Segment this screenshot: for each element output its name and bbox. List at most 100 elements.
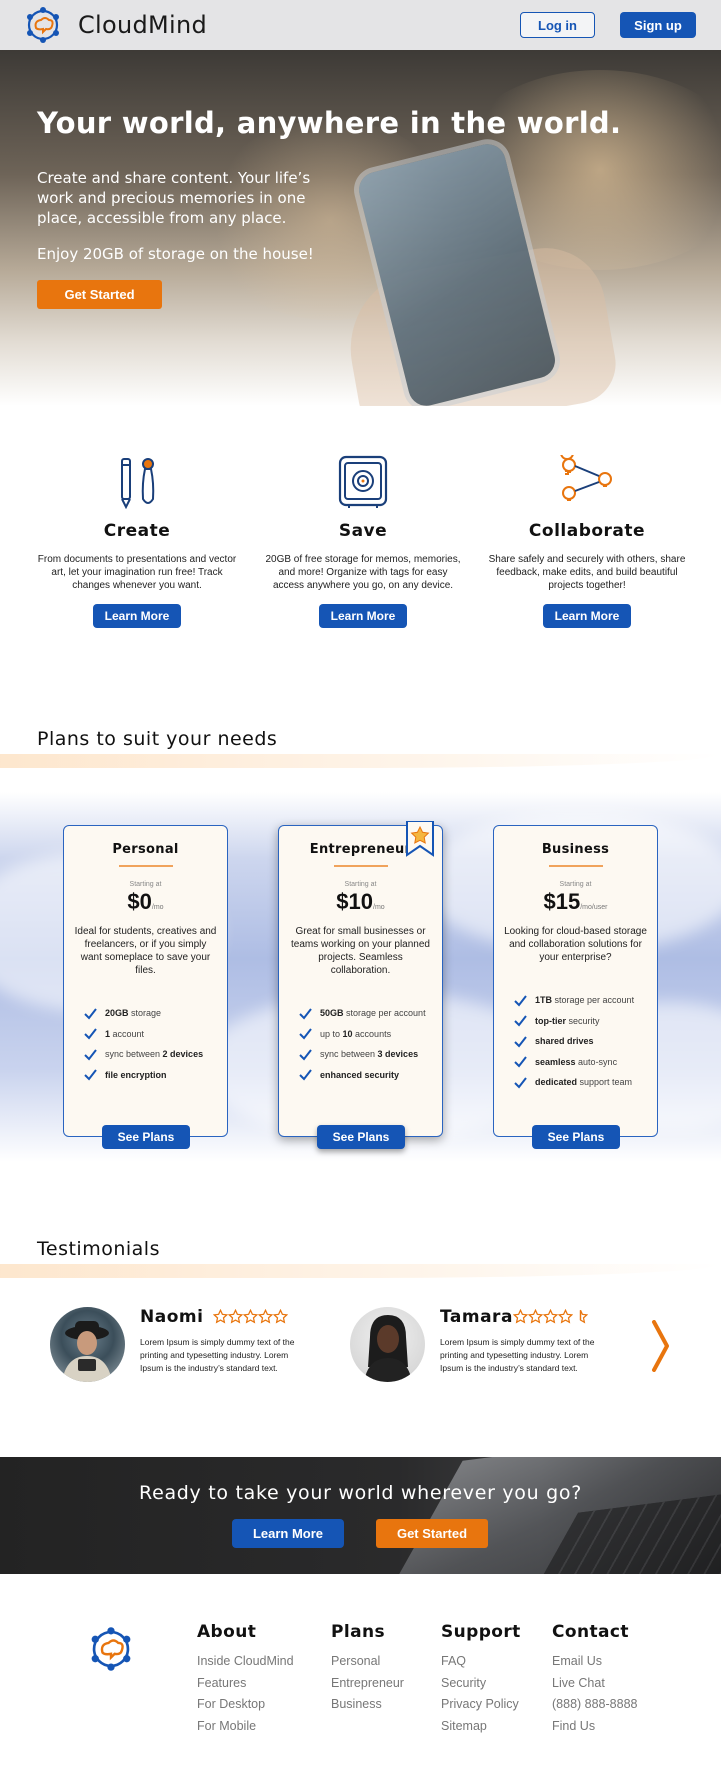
checkmark-icon [299, 1028, 312, 1040]
checkmark-icon [84, 1008, 97, 1020]
footer-heading: Plans [331, 1622, 385, 1642]
brand-name: CloudMind [78, 11, 208, 39]
footer-link[interactable]: Features [197, 1673, 294, 1695]
footer-link[interactable]: FAQ [441, 1651, 521, 1673]
plan-card-entrepreneur: Entrepreneur Starting at $10/mo Great fo… [278, 825, 443, 1149]
footer-link[interactable]: Live Chat [552, 1673, 637, 1695]
footer-link[interactable]: Inside CloudMind [197, 1651, 294, 1673]
hero-subtitle: Create and share content. Your life’s wo… [37, 169, 311, 227]
feature-text: From documents to presentations and vect… [37, 554, 237, 591]
cta-banner: Ready to take your world wherever you go… [0, 1457, 721, 1574]
footer-link[interactable]: Personal [331, 1651, 404, 1673]
brush-pencil-icon [121, 458, 155, 509]
rating-stars [513, 1309, 588, 1324]
plan-name: Personal [112, 842, 179, 857]
footer-link[interactable]: Find Us [552, 1716, 637, 1738]
plan-feature-list: 20GB storage 1 account sync between 2 de… [84, 1003, 227, 1085]
half-star-icon [579, 1309, 588, 1324]
feature-title: Collaborate [528, 521, 646, 541]
feature-create: Create From documents to presentations a… [37, 455, 237, 628]
featured-ribbon-star-icon [406, 821, 434, 857]
testimonial-text: Lorem Ipsum is simply dummy text of the … [440, 1337, 595, 1373]
star-icon [213, 1309, 228, 1324]
testimonial-name: Tamara [440, 1307, 513, 1327]
cta-learn-more-button[interactable]: Learn More [232, 1519, 344, 1548]
hero-get-started-button[interactable]: Get Started [37, 280, 162, 309]
see-plans-button[interactable]: See Plans [102, 1125, 190, 1149]
plan-description: Ideal for students, creatives and freela… [74, 926, 217, 976]
chevron-right-icon[interactable] [650, 1320, 670, 1372]
plan-feature: enhanced security [299, 1065, 442, 1086]
footer-link[interactable]: Business [331, 1694, 404, 1716]
rating-stars [213, 1309, 288, 1324]
plan-feature: 1TB storage per account [514, 990, 657, 1011]
title-underline-sweep [0, 1264, 721, 1278]
checkmark-icon [84, 1028, 97, 1040]
title-underline-sweep [0, 754, 721, 768]
brand[interactable]: CloudMind [24, 5, 207, 45]
footer-link[interactable]: (888) 888-8888 [552, 1694, 637, 1716]
share-nodes-icon [560, 455, 612, 501]
checkmark-icon [299, 1049, 312, 1061]
footer-link[interactable]: For Desktop [197, 1694, 294, 1716]
footer-heading: About [197, 1622, 257, 1642]
plan-feature: sync between 3 devices [299, 1044, 442, 1065]
footer-heading: Contact [552, 1622, 629, 1642]
plan-price: $10/mo [336, 889, 385, 914]
cta-get-started-button[interactable]: Get Started [376, 1519, 488, 1548]
plan-feature: 20GB storage [84, 1003, 227, 1024]
feature-save: Save 20GB of free storage for memos, mem… [263, 455, 463, 628]
plan-card-personal: Personal Starting at $0/mo Ideal for stu… [63, 825, 228, 1149]
top-navbar: CloudMind Log in Sign up [0, 0, 721, 50]
star-icon [528, 1309, 543, 1324]
feature-title: Create [103, 521, 171, 541]
see-plans-button[interactable]: See Plans [532, 1125, 620, 1149]
learn-more-button[interactable]: Learn More [543, 604, 631, 628]
checkmark-icon [514, 1015, 527, 1027]
plan-description: Looking for cloud-based storage and coll… [504, 926, 647, 963]
star-icon [258, 1309, 273, 1324]
learn-more-button[interactable]: Learn More [319, 604, 407, 628]
safe-icon [338, 455, 388, 508]
plan-description: Great for small businesses or teams work… [291, 926, 430, 976]
plan-feature: seamless auto-sync [514, 1052, 657, 1073]
checkmark-icon [514, 995, 527, 1007]
feature-collaborate: Collaborate Share safely and securely wi… [487, 455, 687, 628]
star-icon [228, 1309, 243, 1324]
plan-feature: up to 10 accounts [299, 1024, 442, 1045]
footer-link[interactable]: Sitemap [441, 1716, 521, 1738]
footer-link[interactable]: Security [441, 1673, 521, 1695]
plan-starting-label: Starting at [559, 881, 592, 888]
testimonial-text: Lorem Ipsum is simply dummy text of the … [140, 1337, 295, 1373]
checkmark-icon [84, 1049, 97, 1061]
footer-column-about: About Inside CloudMind Features For Desk… [197, 1622, 294, 1737]
footer-column-plans: Plans Personal Entrepreneur Business [331, 1622, 404, 1716]
checkmark-icon [84, 1069, 97, 1081]
checkmark-icon [514, 1036, 527, 1048]
signup-button[interactable]: Sign up [620, 12, 696, 38]
learn-more-button[interactable]: Learn More [93, 604, 181, 628]
testimonials-title: Testimonials [37, 1238, 160, 1260]
see-plans-button[interactable]: See Plans [317, 1125, 405, 1149]
hero-section: Your world, anywhere in the world. Creat… [0, 50, 721, 406]
plan-feature: 50GB storage per account [299, 1003, 442, 1024]
footer-logo-icon [91, 1627, 131, 1671]
footer-heading: Support [441, 1622, 521, 1642]
footer-link[interactable]: For Mobile [197, 1716, 294, 1738]
login-button[interactable]: Log in [520, 12, 595, 38]
footer-link[interactable]: Email Us [552, 1651, 637, 1673]
plan-feature: file encryption [84, 1065, 227, 1086]
footer-link[interactable]: Entrepreneur [331, 1673, 404, 1695]
checkmark-icon [514, 1077, 527, 1089]
plan-feature: sync between 2 devices [84, 1044, 227, 1065]
plan-starting-label: Starting at [344, 881, 377, 888]
footer-link[interactable]: Privacy Policy [441, 1694, 521, 1716]
star-icon [513, 1309, 528, 1324]
footer-column-support: Support FAQ Security Privacy Policy Site… [441, 1622, 521, 1737]
plan-feature: dedicated support team [514, 1072, 657, 1093]
star-icon [558, 1309, 573, 1324]
avatar-tamara [350, 1307, 425, 1382]
plan-name: Business [541, 842, 610, 857]
feature-text: Share safely and securely with others, s… [488, 554, 686, 591]
plans-title: Plans to suit your needs [37, 728, 278, 750]
